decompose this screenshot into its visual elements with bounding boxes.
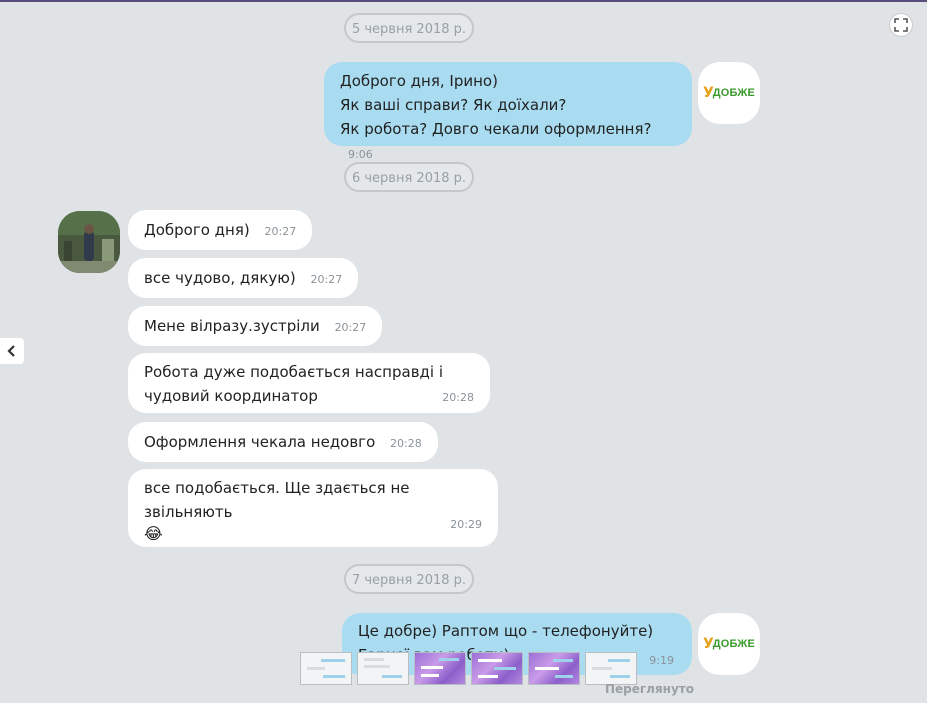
message-text: все чудово, дякую) bbox=[144, 269, 296, 287]
thumbnail[interactable] bbox=[471, 652, 523, 685]
thumbnail[interactable] bbox=[585, 652, 637, 685]
date-separator: 7 червня 2018 р. bbox=[344, 564, 474, 594]
message-time: 20:28 bbox=[390, 437, 422, 450]
message-time: 20:28 bbox=[442, 391, 474, 404]
message-line: Доброго дня, Ірино) bbox=[340, 72, 498, 90]
message-text: Доброго дня) bbox=[144, 221, 250, 239]
thumbnail[interactable] bbox=[414, 652, 466, 685]
thumbnail[interactable] bbox=[357, 652, 409, 685]
message-text: Мене вілразу.зустріли bbox=[144, 317, 320, 335]
fullscreen-icon bbox=[894, 18, 908, 32]
logo-text: ДОБЖЕ bbox=[712, 87, 756, 99]
message-line: Як робота? Довго чекали оформлення? 9:06 bbox=[340, 120, 652, 161]
message-text: Оформлення чекала недовго bbox=[144, 433, 376, 451]
message-line: Робота дуже подобається насправді і bbox=[144, 363, 444, 381]
message-emoji: 😂 bbox=[144, 524, 163, 543]
message-bubble-outgoing: Доброго дня, Ірино) Як ваші справи? Як д… bbox=[324, 62, 692, 161]
message-bubble-incoming: все чудово, дякую) 20:27 bbox=[128, 258, 359, 298]
message-bubble-incoming: Доброго дня) 20:27 bbox=[128, 210, 313, 250]
message-bubble-incoming: Оформлення чекала недовго 20:28 bbox=[128, 422, 438, 462]
thumbnail[interactable] bbox=[300, 652, 352, 685]
date-separator: 5 червня 2018 р. bbox=[344, 13, 474, 43]
message-text: все подобається. Ще здається не звільняю… bbox=[144, 479, 410, 521]
message-time: 20:27 bbox=[334, 321, 367, 334]
message-time: 9:19 bbox=[649, 654, 674, 667]
window-top-border bbox=[0, 0, 927, 2]
message-time: 9:06 bbox=[348, 148, 373, 161]
avatar-photo-image bbox=[58, 211, 120, 273]
user-avatar[interactable] bbox=[58, 211, 120, 273]
message-time: 20:29 bbox=[450, 518, 482, 531]
previous-button[interactable] bbox=[0, 338, 24, 364]
logo-text: ДОБЖЕ bbox=[712, 638, 756, 650]
thumbnail[interactable] bbox=[528, 652, 580, 685]
message-line: чудовий координатор 20:28 bbox=[144, 384, 474, 408]
message-line: Це добре) Раптом що - телефонуйте) bbox=[358, 622, 654, 640]
message-line: Як ваші справи? Як доїхали? bbox=[340, 96, 567, 114]
message-bubble-incoming: все подобається. Ще здається не звільняю… bbox=[128, 469, 498, 547]
chevron-left-icon bbox=[7, 345, 15, 357]
message-time: 20:27 bbox=[310, 273, 343, 286]
date-separator: 6 червня 2018 р. bbox=[344, 162, 474, 192]
message-time: 20:27 bbox=[264, 225, 297, 238]
thumbnail-strip bbox=[300, 652, 637, 685]
seen-status: Переглянуто bbox=[605, 682, 694, 696]
message-bubble-incoming: Робота дуже подобається насправді і чудо… bbox=[128, 353, 490, 413]
company-avatar[interactable]: У ДОБЖЕ bbox=[698, 62, 760, 124]
message-bubble-incoming: Мене вілразу.зустріли 20:27 bbox=[128, 306, 383, 346]
fullscreen-button[interactable] bbox=[889, 13, 913, 37]
company-avatar[interactable]: У ДОБЖЕ bbox=[698, 613, 760, 675]
